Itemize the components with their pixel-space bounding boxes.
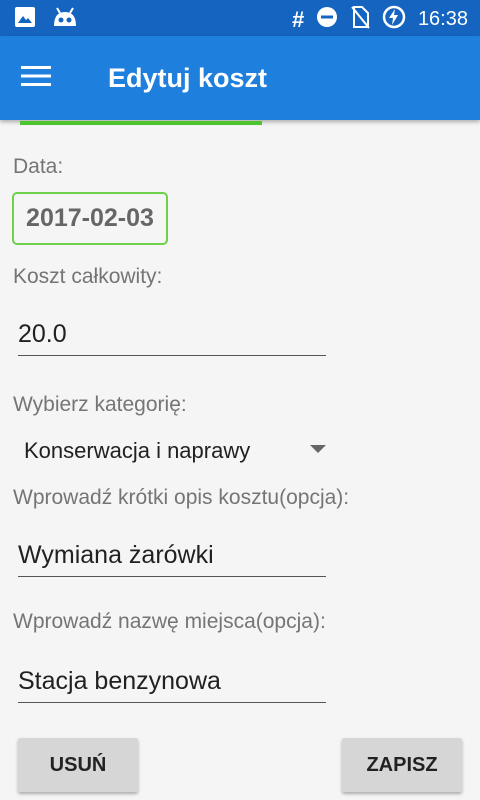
cost-input[interactable]: 20.0 [18,320,326,356]
accent-strip [20,121,262,125]
status-left-icons [14,6,78,33]
delete-button[interactable]: USUŃ [18,738,138,792]
hamburger-menu-icon [21,65,51,92]
place-input[interactable]: Stacja benzynowa [18,667,326,703]
category-selected-value: Konserwacja i naprawy [24,438,251,463]
date-picker-field[interactable]: 2017-02-03 [12,192,168,245]
menu-button[interactable] [16,60,56,96]
description-input[interactable]: Wymiana żarówki [18,541,326,577]
place-label: Wprowadź nazwę miejsca(opcja): [13,610,326,633]
image-icon [14,6,36,33]
battery-charging-icon [382,5,406,34]
status-bar: # 16:38 [0,0,480,36]
do-not-disturb-icon [316,6,338,33]
category-dropdown[interactable]: Konserwacja i naprawy [24,434,334,466]
description-label: Wprowadź krótki opis kosztu(opcja): [13,486,350,509]
status-right-icons: # 16:38 [292,5,468,34]
date-label: Data: [13,155,64,178]
save-button[interactable]: ZAPISZ [342,738,462,792]
dropdown-arrow-icon [310,445,326,453]
cost-label: Koszt całkowity: [13,265,163,288]
page-title: Edytuj koszt [108,63,268,93]
clock: 16:38 [417,8,468,30]
category-label: Wybierz kategorię: [13,393,187,416]
no-signal-icon [350,5,370,34]
android-icon [52,6,78,33]
app-bar: Edytuj koszt [0,36,480,120]
hash-indicator: # [291,6,304,32]
